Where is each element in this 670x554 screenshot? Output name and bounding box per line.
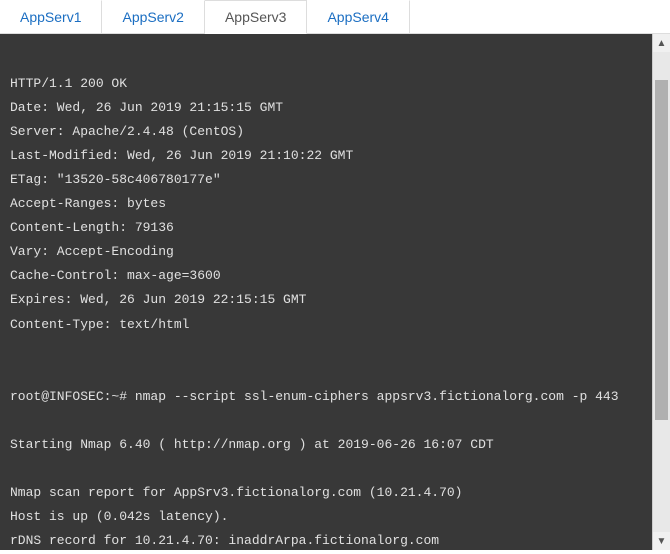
terminal-output[interactable]: HTTP/1.1 200 OK Date: Wed, 26 Jun 2019 2…: [0, 34, 652, 550]
tab-appserv1[interactable]: AppServ1: [0, 0, 102, 33]
scroll-thumb[interactable]: [655, 80, 668, 420]
tab-appserv3[interactable]: AppServ3: [205, 0, 307, 34]
scroll-down-icon[interactable]: ▼: [653, 532, 670, 550]
terminal-container: HTTP/1.1 200 OK Date: Wed, 26 Jun 2019 2…: [0, 34, 670, 550]
tab-bar: AppServ1 AppServ2 AppServ3 AppServ4: [0, 0, 670, 34]
tab-appserv4[interactable]: AppServ4: [307, 0, 409, 33]
tab-appserv2[interactable]: AppServ2: [102, 0, 204, 33]
scroll-track[interactable]: [653, 52, 670, 532]
scroll-up-icon[interactable]: ▲: [653, 34, 670, 52]
scrollbar[interactable]: ▲ ▼: [652, 34, 670, 550]
